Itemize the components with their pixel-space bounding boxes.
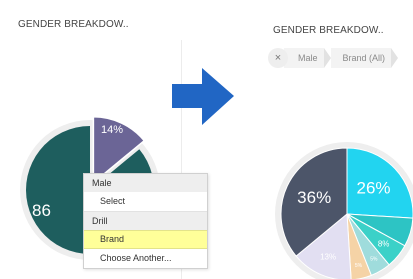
dashboard-canvas: GENDER BREAKDOW.. 86 14% Male Select Dri… xyxy=(0,0,413,279)
pie-label-6: 36% xyxy=(297,188,331,207)
pie-label-3: 5% xyxy=(370,257,378,263)
close-icon[interactable]: × xyxy=(268,48,288,68)
right-pie-chart[interactable]: 26% 8% 5% 5% 13% 36% xyxy=(0,0,413,279)
pie-label-5: 13% xyxy=(320,253,336,262)
pie-label-4: 5% xyxy=(355,263,363,269)
pie-label-2: 8% xyxy=(378,239,390,248)
pie-label-0: 26% xyxy=(356,179,390,198)
